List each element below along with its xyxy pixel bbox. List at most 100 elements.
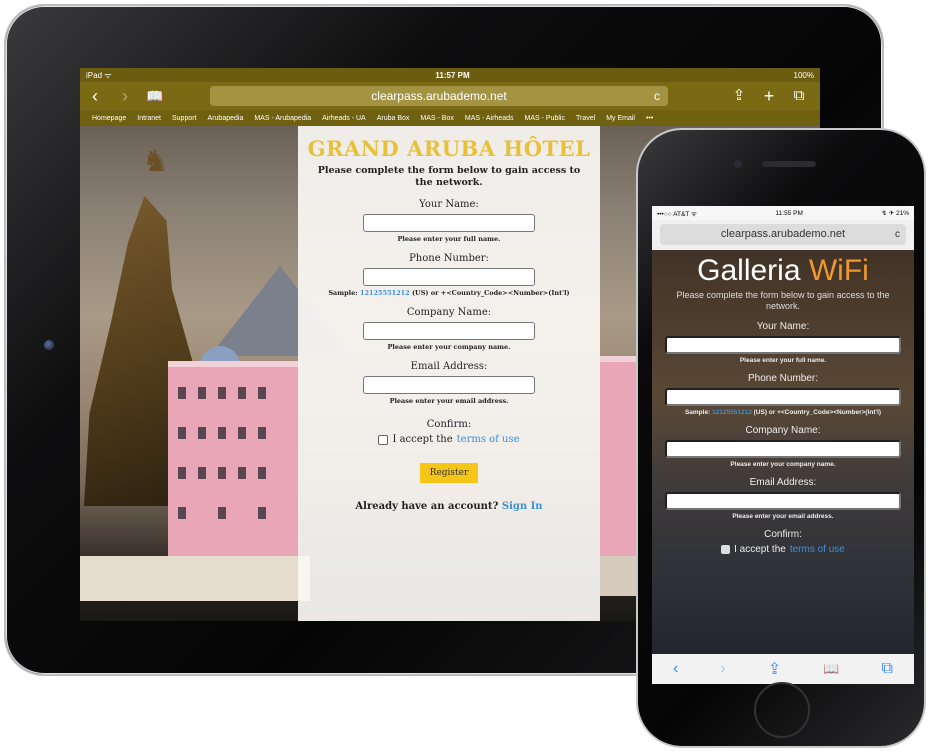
name-hint: Please enter your full name. [397,235,501,243]
signin-link[interactable]: Sign In [502,501,543,512]
window [258,387,266,399]
window [218,427,226,439]
bookmark-my-email[interactable]: My Email [606,115,635,122]
iphone-phone-hint-prefix: Sample: [684,409,711,416]
ipad-url-text: clearpass.arubademo.net [371,89,507,103]
bookmark-intranet[interactable]: Intranet [137,115,161,122]
iphone-company-hint: Please enter your company name. [730,461,836,468]
bookmark-airheads-ua[interactable]: Airheads - UA [322,115,366,122]
iphone-bookmarks-icon[interactable]: 📖 [823,661,839,677]
window [238,427,246,439]
back-icon[interactable]: ‹ [80,82,110,110]
iphone-name-label: Your Name: [756,321,810,332]
iphone-phone-hint-suffix: (US) or +<Country_Code><Number>(Int'l) [753,409,882,416]
ipad-nav-actions: ⇪ + ⧉ [724,82,814,110]
ipad-nav-bar: ‹ › 📖 clearpass.arubademo.net c ⇪ + ⧉ [80,82,820,110]
share-icon[interactable]: ⇪ [724,82,754,110]
forward-icon[interactable]: › [110,82,140,110]
bookmark-mas-public[interactable]: MAS - Public [525,115,565,122]
iphone-url-text: clearpass.arubademo.net [720,228,846,240]
iphone-reload-icon[interactable]: c [895,224,900,245]
bookmark-homepage[interactable]: Homepage [92,115,126,122]
company-input[interactable] [363,322,535,340]
iphone-phone-sample-link[interactable]: 12125551212 [712,409,752,416]
window [198,387,206,399]
window [178,467,186,479]
iphone-terms-of-use-link[interactable]: terms of use [790,544,845,555]
iphone-home-button[interactable] [754,682,810,738]
add-tab-icon[interactable]: + [754,82,784,110]
iphone-registration-form: Galleria WiFi Please complete the form b… [652,250,914,555]
iphone-company-input[interactable] [665,440,901,458]
window [258,467,266,479]
window [178,507,186,519]
window [198,427,206,439]
ipad-status-battery: 100% [793,70,814,80]
register-button[interactable]: Register [420,463,478,483]
ipad-status-left: iPad ᯤ [86,70,112,80]
bookmarks-icon[interactable]: 📖 [140,82,170,110]
phone-hint: Sample: 12125551212 (US) or +<Country_Co… [298,289,600,297]
terms-of-use-link[interactable]: terms of use [457,434,520,445]
reload-icon[interactable]: c [654,86,660,106]
bookmark-travel[interactable]: Travel [576,115,595,122]
iphone-toolbar: ‹ › ⇪ 📖 ⧉ [652,654,914,684]
iphone-screen: •••○○ AT&T ᯤ 11:55 PM ↯ ✈ 21% clearpass.… [652,206,914,684]
iphone-url-bar: clearpass.arubademo.net c [652,220,914,250]
iphone-accept-terms-row: I accept the terms of use [652,544,914,555]
iphone-email-input[interactable] [665,492,901,510]
phone-input[interactable] [363,268,535,286]
bookmark-support[interactable]: Support [172,115,197,122]
iphone-accept-terms-text: I accept the [734,544,786,555]
iphone-battery: ↯ ✈ 21% [881,210,909,217]
iphone-back-icon[interactable]: ‹ [673,660,678,678]
bookmark-mas-airheads[interactable]: MAS - Airheads [465,115,514,122]
window [178,427,186,439]
ipad-address-bar[interactable]: clearpass.arubademo.net c [210,86,668,106]
signin-row: Already have an account? Sign In [298,501,600,512]
window [178,387,186,399]
bookmark-aruba-box[interactable]: Aruba Box [377,115,410,122]
window [238,467,246,479]
window [218,387,226,399]
iphone-form-title: Galleria WiFi [652,254,914,288]
window [258,427,266,439]
ipad-status-bar: iPad ᯤ 11:57 PM 100% [80,68,820,82]
name-input[interactable] [363,214,535,232]
iphone-title-main: Galleria [697,254,801,287]
window [218,507,226,519]
name-label: Your Name: [419,199,479,210]
iphone-accept-terms-checkbox[interactable] [721,545,731,554]
bookmark-arubapedia[interactable]: Arubapedia [208,115,244,122]
iphone-company-label: Company Name: [745,425,821,436]
accept-terms-checkbox[interactable] [378,434,389,445]
tabs-icon[interactable]: ⧉ [784,82,814,110]
form-intro: Please complete the form below to gain a… [317,165,581,188]
window [218,467,226,479]
bookmark-mas-box[interactable]: MAS - Box [420,115,453,122]
phone-hint-suffix: (US) or +<Country_Code><Number>(Int'l) [411,289,570,297]
ipad-registration-form: GRAND ARUBA HÔTEL Please complete the fo… [298,126,600,621]
iphone-device: •••○○ AT&T ᯤ 11:55 PM ↯ ✈ 21% clearpass.… [636,128,926,748]
ipad-status-time: 11:57 PM [435,70,470,80]
iphone-phone-label: Phone Number: [747,373,819,384]
email-input[interactable] [363,376,535,394]
bookmark-mas-arubapedia[interactable]: MAS - Arubapedia [254,115,311,122]
phone-label: Phone Number: [409,253,489,264]
form-title: GRAND ARUBA HÔTEL [307,136,591,161]
email-label: Email Address: [410,361,488,372]
iphone-forward-icon[interactable]: › [720,660,725,678]
iphone-tabs-icon[interactable]: ⧉ [882,660,893,678]
iphone-phone-input[interactable] [665,388,901,406]
ipad-camera [44,340,54,350]
iphone-form-intro: Please complete the form below to gain a… [676,290,890,311]
iphone-carrier: •••○○ AT&T ᯤ [657,210,697,218]
stag-icon: ♞ [142,145,169,178]
bookmarks-more-icon[interactable]: ••• [646,115,653,122]
phone-sample-link[interactable]: 12125551212 [360,289,410,297]
iphone-share-icon[interactable]: ⇪ [768,659,781,679]
iphone-title-accent: WiFi [808,254,869,287]
email-hint: Please enter your email address. [389,397,509,405]
iphone-address-bar[interactable]: clearpass.arubademo.net c [660,224,906,245]
iphone-name-input[interactable] [665,336,901,354]
